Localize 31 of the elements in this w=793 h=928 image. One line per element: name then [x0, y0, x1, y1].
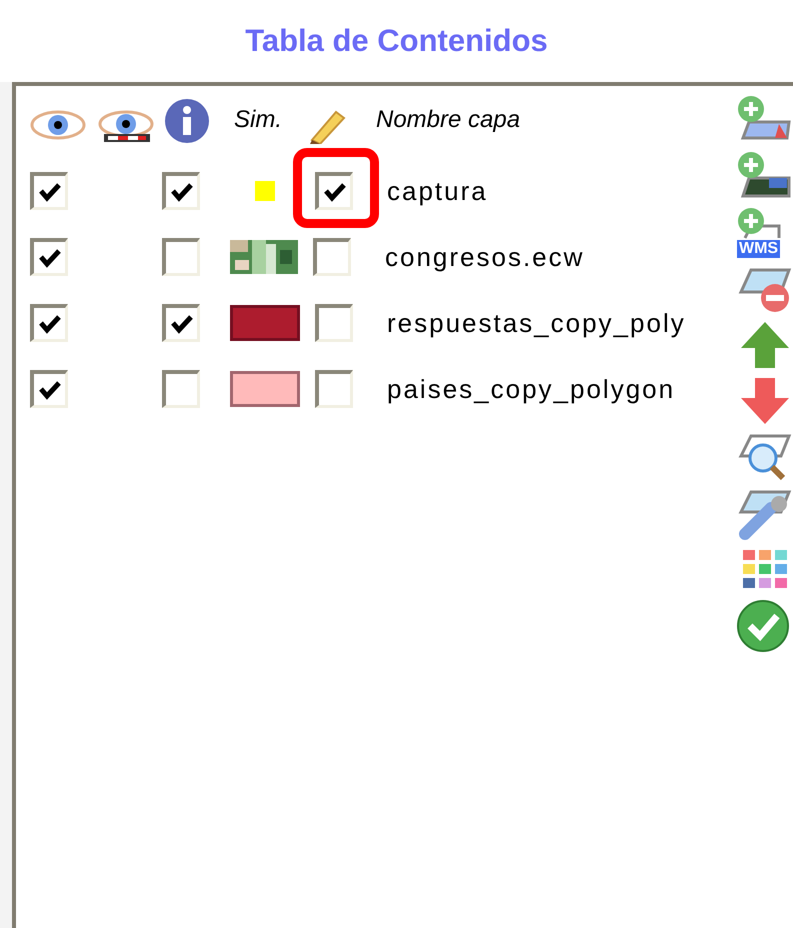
wms-label: WMS — [737, 240, 780, 258]
check-icon — [38, 314, 60, 334]
visibility-checkbox[interactable] — [30, 238, 68, 276]
raster-thumbnail — [230, 240, 298, 274]
visibility-checkbox[interactable] — [30, 304, 68, 342]
symbol-column-header: Sim. — [234, 105, 283, 135]
layer-name[interactable]: captura — [387, 172, 488, 210]
hidden-eye-icon — [98, 110, 154, 144]
query-checkbox[interactable] — [162, 172, 200, 210]
edit-checkbox[interactable] — [313, 238, 351, 276]
check-icon — [38, 380, 60, 400]
panel-title: Tabla de Contenidos — [245, 22, 548, 60]
layer-name[interactable]: paises_copy_polygon — [387, 370, 676, 408]
eye-icon — [30, 110, 86, 140]
visibility-checkbox[interactable] — [30, 370, 68, 408]
check-icon — [170, 182, 192, 202]
name-column-header: Nombre capa — [376, 105, 520, 135]
edit-checkbox[interactable] — [315, 304, 353, 342]
query-checkbox[interactable] — [162, 238, 200, 276]
edit-checkbox[interactable] — [315, 172, 353, 210]
check-icon — [38, 248, 60, 268]
layer-name[interactable]: respuestas_copy_poly — [387, 304, 686, 342]
layer-name[interactable]: congresos.ecw — [385, 238, 584, 276]
edit-checkbox[interactable] — [315, 370, 353, 408]
query-checkbox[interactable] — [162, 370, 200, 408]
info-icon — [164, 98, 210, 144]
check-icon — [324, 182, 346, 202]
visibility-checkbox[interactable] — [30, 172, 68, 210]
check-icon — [38, 182, 60, 202]
query-checkbox[interactable] — [162, 304, 200, 342]
check-icon — [170, 314, 192, 334]
